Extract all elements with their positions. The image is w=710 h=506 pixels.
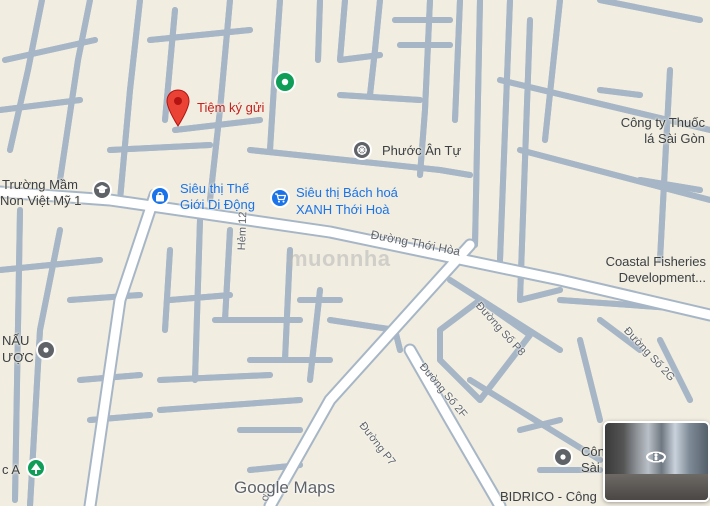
store-2-poi[interactable]: [270, 188, 290, 208]
school-poi[interactable]: [92, 180, 112, 200]
watermark: muonnha: [288, 246, 391, 271]
rotate-360-icon[interactable]: [645, 450, 667, 469]
left-poi-label-line1[interactable]: NẤU: [2, 333, 29, 349]
map-pin-icon: [166, 89, 190, 127]
temple-label[interactable]: Phước Ân Tự: [382, 143, 461, 159]
bidrico-label[interactable]: BIDRICO - Công: [500, 489, 597, 505]
store-1-label-line1[interactable]: Siêu thị Thế: [180, 181, 249, 197]
tree-icon: [31, 462, 41, 474]
bottom-right-poi[interactable]: [553, 447, 573, 467]
left-poi-label-line2[interactable]: ƯỢC: [2, 350, 34, 366]
dot-icon: [43, 347, 49, 353]
coastal-label-line2[interactable]: Development...: [619, 270, 706, 286]
google-maps-logo: Google Maps: [234, 478, 336, 497]
coastal-label-line1[interactable]: Coastal Fisheries: [606, 254, 706, 270]
road-label-hem-12: Hẻm 12: [236, 211, 250, 251]
bottom-left-poi-label[interactable]: c A: [2, 462, 20, 478]
cart-icon: [274, 193, 286, 203]
company-1-label-line2[interactable]: lá Sài Gòn: [644, 131, 705, 147]
bottom-right-label-line1[interactable]: Côn: [581, 444, 605, 460]
temple-poi[interactable]: [352, 140, 372, 160]
store-1-label-line2[interactable]: Giới Di Động: [180, 197, 255, 213]
dot-icon: [281, 78, 289, 86]
store-1-poi[interactable]: [150, 186, 170, 206]
selected-place-pin[interactable]: [166, 89, 190, 132]
selected-place-label[interactable]: Tiệm ký gửi: [197, 100, 264, 116]
shopping-bag-icon: [156, 191, 164, 201]
place-poi-green[interactable]: [274, 71, 296, 93]
street-view-thumbnail[interactable]: [603, 421, 710, 502]
company-1-label-line1[interactable]: Công ty Thuốc: [621, 115, 705, 131]
bottom-right-label-line2[interactable]: Sài: [581, 460, 600, 476]
dot-icon: [560, 454, 566, 460]
store-2-label-line2[interactable]: XANH Thới Hoà: [296, 202, 390, 218]
graduation-cap-icon: [96, 185, 108, 194]
park-poi[interactable]: [26, 458, 46, 478]
left-poi[interactable]: [36, 340, 56, 360]
store-2-label-line1[interactable]: Siêu thị Bách hoá: [296, 185, 398, 201]
dharma-wheel-icon: [357, 145, 367, 155]
kindergarten-label-line2[interactable]: Non Việt Mỹ 1: [0, 193, 81, 209]
street-view-floor: [605, 474, 708, 500]
kindergarten-label-line1[interactable]: Trường Mầm: [2, 177, 78, 193]
map-canvas[interactable]: Đường Thới Hòa Hẻm 12 Đường Số P8 Đường …: [0, 0, 710, 506]
